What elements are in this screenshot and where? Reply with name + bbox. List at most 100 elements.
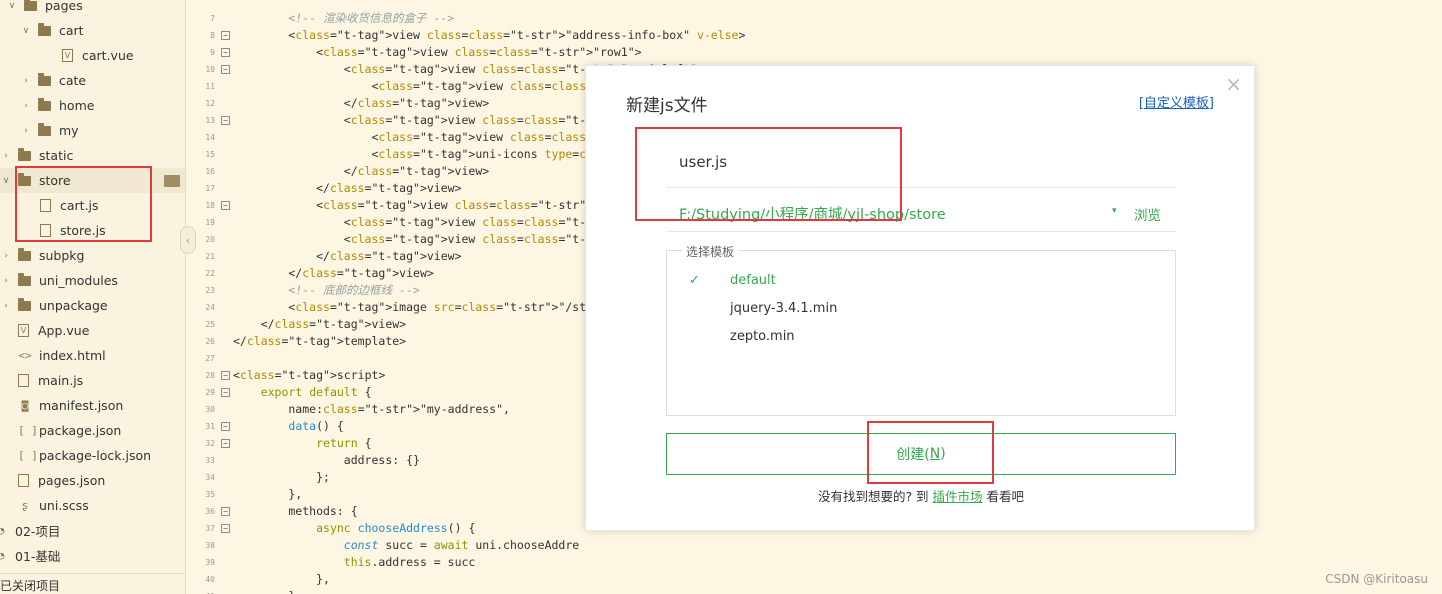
sidebar-collapse-handle[interactable]: ‹ xyxy=(180,226,196,254)
sidebar-item-package-json[interactable]: [ ] package.json xyxy=(0,418,185,443)
code-line[interactable]: 7 <!-- 渲染收货信息的盒子 --> xyxy=(187,10,1442,27)
line-number: 12 xyxy=(205,99,215,108)
sidebar-item-index-html[interactable]: <> index.html xyxy=(0,343,185,368)
code-text: <!-- 渲染收货信息的盒子 --> xyxy=(233,11,455,25)
sidebar-item-package-lock-json[interactable]: [ ] package-lock.json xyxy=(0,443,185,468)
code-line[interactable]: 38 const succ = await uni.chooseAddre xyxy=(187,537,1442,554)
json-file-icon: [ ] xyxy=(18,449,38,462)
close-icon[interactable]: × xyxy=(1225,72,1242,96)
code-text: async chooseAddress() { xyxy=(316,521,476,535)
line-number: 41 xyxy=(187,588,215,594)
fold-toggle-icon[interactable]: − xyxy=(221,48,230,57)
sidebar-item-cart-js[interactable]: cart.js xyxy=(0,193,185,218)
line-number: 13 xyxy=(205,116,215,125)
chevron-down-icon[interactable]: ▾ xyxy=(1112,206,1117,216)
sidebar-item-subpkg[interactable]: › subpkg xyxy=(0,243,185,268)
sidebar-item-label: cart.js xyxy=(60,198,99,213)
line-number: 31 xyxy=(205,422,215,431)
template-option-label: jquery-3.4.1.min xyxy=(730,301,838,316)
browse-button[interactable]: 浏览 xyxy=(1134,204,1161,224)
sidebar-item-label: uni_modules xyxy=(39,273,118,288)
file-icon xyxy=(40,224,51,237)
sidebar-item-my[interactable]: › my xyxy=(0,118,185,143)
sidebar-item-pages[interactable]: ∨ pages xyxy=(0,0,185,18)
template-option[interactable]: ✓ default xyxy=(667,268,1175,294)
chevron-down-icon[interactable]: ∨ xyxy=(20,26,32,36)
code-text: }, xyxy=(233,572,330,586)
sidebar-item-label: home xyxy=(59,98,95,113)
sidebar-item-main-js[interactable]: main.js xyxy=(0,368,185,393)
fold-toggle-icon[interactable]: − xyxy=(221,439,230,448)
chevron-right-icon[interactable]: › xyxy=(0,276,12,286)
chevron-right-icon[interactable]: › xyxy=(0,251,12,261)
code-line[interactable]: 40 }, xyxy=(187,571,1442,588)
sidebar-item-home[interactable]: › home xyxy=(0,93,185,118)
line-number: 33 xyxy=(205,456,215,465)
line-number: 40 xyxy=(205,575,215,584)
line-number: 38 xyxy=(205,541,215,550)
template-option[interactable]: zepto.min xyxy=(667,324,1175,350)
line-number: 16 xyxy=(205,167,215,176)
sidebar-item-label: App.vue xyxy=(38,323,90,338)
sidebar-item-store-js[interactable]: store.js xyxy=(0,218,185,243)
folder-icon xyxy=(38,72,51,86)
fold-toggle-icon[interactable]: − xyxy=(221,371,230,380)
line-number: 10 xyxy=(205,65,215,74)
chevron-down-icon[interactable]: ∨ xyxy=(6,1,18,11)
fold-toggle-icon[interactable]: − xyxy=(221,524,230,533)
sidebar-item-label: cart xyxy=(59,23,84,38)
sidebar-item-02-项目[interactable]: ◔ 02-项目 xyxy=(0,518,185,543)
project-icon: ◔ xyxy=(0,549,8,562)
chevron-right-icon[interactable]: › xyxy=(20,76,32,86)
sidebar-item-uni-modules[interactable]: › uni_modules xyxy=(0,268,185,293)
sidebar-item-uni-scss[interactable]: ʂ uni.scss xyxy=(0,493,185,518)
code-text: data() { xyxy=(288,419,344,433)
sidebar-item-cart[interactable]: ∨ cart xyxy=(0,18,185,43)
sidebar-item-cart-vue[interactable]: Vcart.vue xyxy=(0,43,185,68)
code-line[interactable]: 41 }, xyxy=(187,588,1442,594)
code-line[interactable]: 8− <class="t-tag">view class=class="t-st… xyxy=(187,27,1442,44)
line-number: 35 xyxy=(205,490,215,499)
template-legend: 选择模板 xyxy=(682,243,739,260)
chevron-right-icon[interactable]: › xyxy=(20,126,32,136)
code-text: export default { xyxy=(260,385,372,399)
line-number: 37 xyxy=(205,524,215,533)
chevron-right-icon[interactable]: › xyxy=(0,151,12,161)
sidebar-item-static[interactable]: › static xyxy=(0,143,185,168)
file-name-input[interactable] xyxy=(666,136,1176,188)
sidebar-item-unpackage[interactable]: › unpackage xyxy=(0,293,185,318)
sidebar-item-app-vue[interactable]: V App.vue xyxy=(0,318,185,343)
sidebar-item-manifest-json[interactable]: ◙ manifest.json xyxy=(0,393,185,418)
path-select[interactable]: F:/Studying/小程序/商城/yjl-shop/store ▾ 浏览 xyxy=(666,196,1176,232)
code-line[interactable]: 9− <class="t-tag">view class=class="t-st… xyxy=(187,44,1442,61)
folder-icon xyxy=(18,147,31,161)
template-option[interactable]: jquery-3.4.1.min xyxy=(667,296,1175,322)
fold-toggle-icon[interactable]: − xyxy=(221,422,230,431)
create-button[interactable]: 创建(N) xyxy=(666,433,1176,475)
line-number: 25 xyxy=(205,320,215,329)
sidebar-item-label: unpackage xyxy=(39,298,108,313)
plugin-market-link[interactable]: 插件市场 xyxy=(933,489,983,504)
fold-toggle-icon[interactable]: − xyxy=(221,201,230,210)
fold-toggle-icon[interactable]: − xyxy=(221,116,230,125)
fold-toggle-icon[interactable]: − xyxy=(221,507,230,516)
sidebar-item-store[interactable]: ∨ store xyxy=(0,168,185,193)
open-folder-icon[interactable] xyxy=(164,174,180,187)
custom-template-link[interactable]: [自定义模板] xyxy=(1139,92,1214,111)
chevron-right-icon[interactable]: › xyxy=(20,101,32,111)
sidebar-item-cate[interactable]: › cate xyxy=(0,68,185,93)
fold-toggle-icon[interactable]: − xyxy=(221,388,230,397)
chevron-right-icon[interactable]: › xyxy=(0,301,12,311)
folder-icon xyxy=(38,22,51,36)
line-number: 7 xyxy=(210,14,215,23)
sidebar-item-01-基础[interactable]: ◔ 01-基础 xyxy=(0,543,185,568)
plugin-market-hint: 没有找到想要的? 到 插件市场 看看吧 xyxy=(586,486,1256,505)
sidebar-item-pages-json[interactable]: pages.json xyxy=(0,468,185,493)
code-line[interactable]: 39 this.address = succ xyxy=(187,554,1442,571)
closed-projects-label[interactable]: 已关闭项目 xyxy=(0,573,186,594)
code-text: methods: { xyxy=(233,504,358,518)
sidebar-item-label: pages xyxy=(45,0,83,13)
fold-toggle-icon[interactable]: − xyxy=(221,65,230,74)
fold-toggle-icon[interactable]: − xyxy=(221,31,230,40)
chevron-down-icon[interactable]: ∨ xyxy=(0,176,12,186)
